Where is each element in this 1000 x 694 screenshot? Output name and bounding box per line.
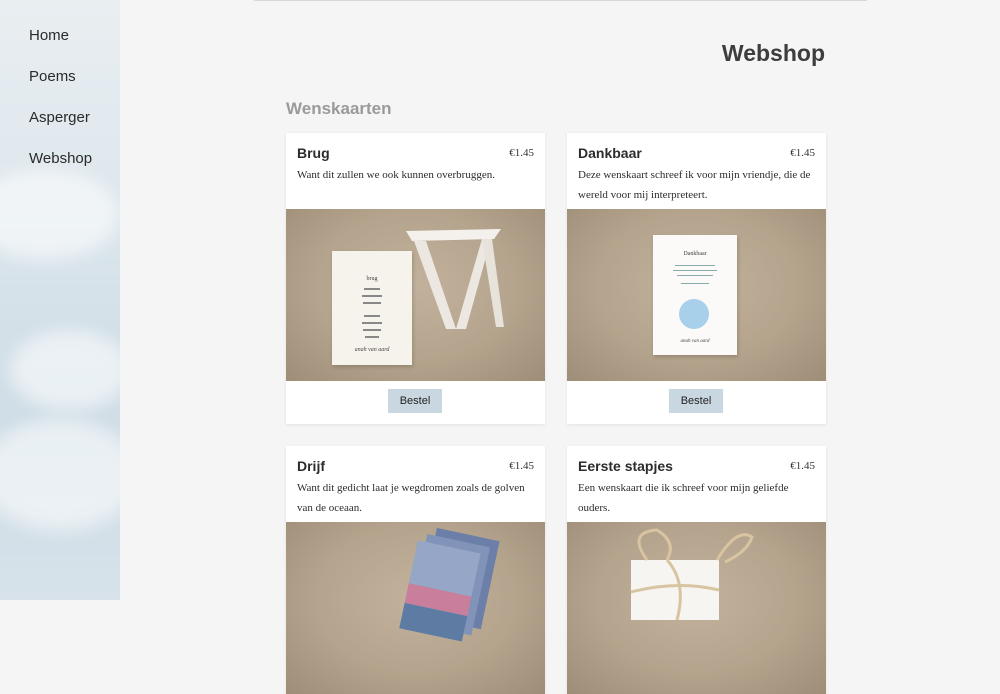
product-description: Want dit zullen we ook kunnen overbrugge… [297,169,495,181]
order-button[interactable]: Bestel [388,389,442,413]
card-art-title: brug [366,276,378,282]
sidebar: Home Poems Asperger Webshop [0,0,120,600]
card-signature: anah van aard [354,347,390,353]
product-card-brug: Brug €1.45 Want dit zullen we ook kunnen… [286,133,545,424]
card-paper: brug anah van aard [332,251,412,365]
product-price: €1.45 [790,147,815,159]
bridge-object-illustration [406,229,504,329]
product-description: Want dit gedicht laat je wegdromen zoals… [297,482,525,514]
product-card-drijf: Drijf €1.45 Want dit gedicht laat je weg… [286,446,545,694]
text-line [673,270,717,271]
text-line [362,295,382,297]
card-art-title: Dankbaar [683,251,707,257]
product-name: Drijf [297,458,325,474]
product-description: Een wenskaart die ik schreef voor mijn g… [578,482,789,514]
product-price: €1.45 [790,460,815,472]
product-image[interactable]: Dankbaar anah van aard [567,209,826,381]
nav-item-webshop[interactable]: Webshop [29,149,92,190]
product-price: €1.45 [509,460,534,472]
nav-item-home[interactable]: Home [29,26,92,67]
order-button[interactable]: Bestel [669,389,723,413]
product-card-eerste-stapjes: Eerste stapjes €1.45 Een wenskaart die i… [567,446,826,694]
text-line [364,315,380,317]
text-line [364,288,380,290]
text-line [362,322,382,324]
ocean-cards-illustration [399,527,500,642]
cloud-decoration [10,330,120,410]
product-card-dankbaar: Dankbaar €1.45 Deze wenskaart schreef ik… [567,133,826,424]
product-image[interactable] [286,522,545,694]
card-paper: Dankbaar anah van aard [653,235,737,355]
cloud-decoration [0,420,120,530]
text-line [365,336,379,338]
top-divider [254,0,867,1]
text-line [363,329,381,331]
main-nav: Home Poems Asperger Webshop [29,26,92,190]
product-description: Deze wenskaart schreef ik voor mijn vrie… [578,169,811,201]
page-title: Webshop [721,40,825,66]
card-signature: anah van aard [680,339,710,344]
product-name: Brug [297,145,330,161]
product-price: €1.45 [509,147,534,159]
section-title: Wenskaarten [286,99,392,118]
text-line [363,302,381,304]
text-line [677,275,713,276]
text-line [675,265,715,266]
gift-wrapped-card-illustration [630,528,754,621]
product-name: Dankbaar [578,145,642,161]
product-image[interactable] [567,522,826,694]
product-name: Eerste stapjes [578,458,673,474]
blue-circle-illustration [679,299,709,329]
nav-item-asperger[interactable]: Asperger [29,108,92,149]
product-image[interactable]: brug anah van aard [286,209,545,381]
text-line [681,283,709,284]
nav-item-poems[interactable]: Poems [29,67,92,108]
